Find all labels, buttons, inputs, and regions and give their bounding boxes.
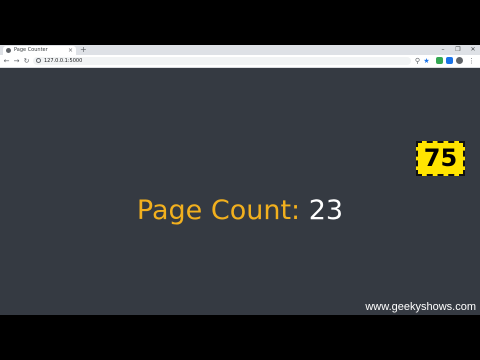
- counter-value: 23: [308, 195, 344, 226]
- address-bar[interactable]: 127.0.0.1:5000: [33, 57, 411, 65]
- extension-icon[interactable]: [446, 57, 453, 64]
- info-icon[interactable]: [36, 58, 41, 63]
- new-tab-button[interactable]: +: [80, 45, 87, 55]
- profile-avatar-icon[interactable]: [456, 57, 463, 64]
- tab-strip: Page Counter × + – ❐ ✕: [0, 45, 480, 55]
- minimize-button[interactable]: –: [436, 45, 450, 55]
- browser-toolbar: ← → ↻ 127.0.0.1:5000 ⚲ ★ ⋮: [0, 55, 480, 68]
- back-button[interactable]: ←: [2, 56, 11, 66]
- bookmark-star-icon[interactable]: ★: [422, 56, 431, 66]
- counter-label: Page Count:: [136, 195, 301, 226]
- page-counter: Page Count: 23: [0, 194, 480, 228]
- tab-title: Page Counter: [14, 47, 48, 53]
- tab-page-counter[interactable]: Page Counter ×: [3, 46, 76, 55]
- reload-button[interactable]: ↻: [22, 56, 31, 66]
- maximize-button[interactable]: ❐: [451, 45, 465, 55]
- tab-close-button[interactable]: ×: [68, 47, 73, 54]
- browser-window: Page Counter × + – ❐ ✕ ← → ↻ 127.0.0.1:5…: [0, 45, 480, 315]
- watermark-text: www.geekyshows.com: [365, 301, 476, 313]
- page-content: 75 Page Count: 23: [0, 68, 480, 315]
- forward-button[interactable]: →: [12, 56, 21, 66]
- globe-icon: [6, 48, 11, 53]
- zoom-icon[interactable]: ⚲: [413, 56, 422, 66]
- extension-icon[interactable]: [436, 57, 443, 64]
- video-number-badge: 75: [416, 141, 465, 176]
- url-text[interactable]: 127.0.0.1:5000: [44, 57, 82, 65]
- menu-button[interactable]: ⋮: [467, 56, 476, 66]
- close-window-button[interactable]: ✕: [466, 45, 480, 55]
